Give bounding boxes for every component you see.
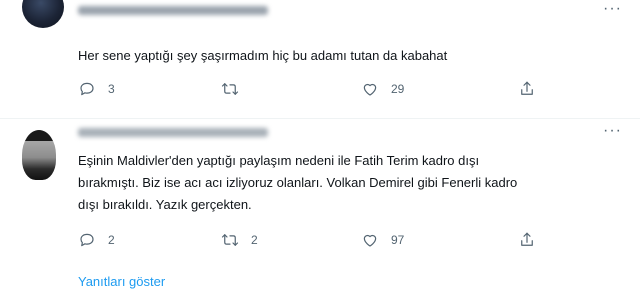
tweet-actions: 2 2 97 [78,231,548,251]
retweet-icon [221,234,239,246]
share-button[interactable] [518,80,548,98]
reply-icon [80,82,94,96]
show-replies-link[interactable]: Yanıtları göster [78,274,165,289]
avatar[interactable] [22,0,64,28]
retweet-icon [221,83,239,95]
reply-button[interactable]: 3 [78,80,115,98]
retweet-button[interactable] [221,80,251,98]
share-icon [521,232,533,246]
avatar[interactable] [22,130,56,180]
reply-count: 3 [108,82,115,96]
blurred-username [78,128,268,137]
reply-button[interactable]: 2 [78,231,115,249]
retweet-count: 2 [251,233,258,247]
reply-count: 2 [108,233,115,247]
like-count: 97 [391,233,405,247]
more-options-icon[interactable]: ··· [603,1,622,17]
more-options-icon[interactable]: ··· [603,123,622,139]
retweet-button[interactable]: 2 [221,231,258,249]
like-icon [363,83,377,96]
tweet-1[interactable]: ··· Her sene yaptığı şey şaşırmadım hiç … [0,0,640,118]
blurred-username [78,6,268,15]
like-button[interactable]: 97 [361,231,404,249]
like-button[interactable]: 29 [361,80,404,98]
reply-icon [80,233,94,247]
share-icon [521,81,533,95]
like-icon [363,234,377,247]
tweet-actions: 3 29 [78,80,548,100]
tweet-text: Her sene yaptığı şey şaşırmadım hiç bu a… [78,48,448,63]
share-button[interactable] [518,231,548,249]
tweet-text: Eşinin Maldivler'den yaptığı paylaşım ne… [78,153,518,212]
like-count: 29 [391,82,405,96]
